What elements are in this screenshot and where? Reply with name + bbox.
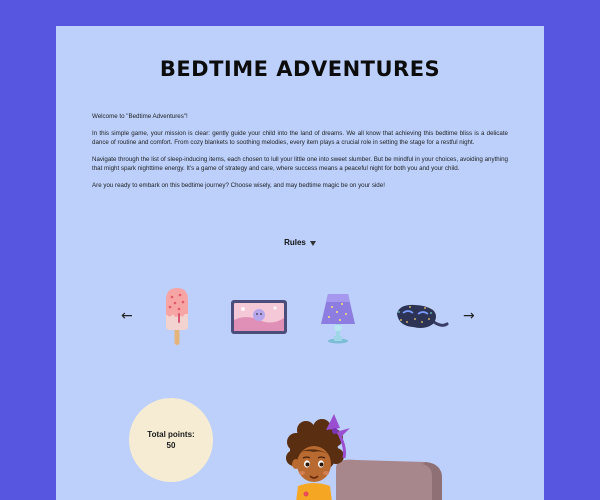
item-tablet[interactable]	[231, 300, 287, 339]
next-arrow-button[interactable]: →	[463, 309, 475, 323]
child-character	[276, 406, 544, 500]
sleep-mask-icon	[397, 304, 449, 328]
item-sleep-mask[interactable]	[395, 302, 449, 337]
page-title: BEDTIME ADVENTURES	[159, 57, 441, 81]
intro-paragraph: In this simple game, your mission is cle…	[92, 130, 508, 146]
score-value: 50	[166, 441, 176, 450]
prev-arrow-button[interactable]: ←	[121, 309, 133, 323]
child-illustration	[286, 414, 442, 500]
rules-toggle[interactable]: Rules	[56, 238, 544, 247]
tablet-icon	[231, 300, 287, 334]
rules-label: Rules	[284, 238, 306, 247]
item-popsicle[interactable]	[162, 288, 192, 353]
intro-text: Welcome to "Bedtime Adventures"! In this…	[92, 112, 508, 198]
score-label: Total points:	[147, 430, 195, 439]
popsicle-icon	[166, 288, 188, 345]
score-badge: Total points: 50	[129, 398, 213, 482]
triangle-down-icon	[309, 240, 316, 246]
intro-paragraph: Are you ready to embark on this bedtime …	[92, 182, 385, 189]
intro-paragraph: Navigate through the list of sleep-induc…	[92, 156, 508, 172]
item-lamp[interactable]	[320, 292, 356, 349]
game-panel: BEDTIME ADVENTURES Welcome to "Bedtime A…	[56, 26, 544, 500]
lamp-icon	[321, 294, 355, 344]
intro-paragraph: Welcome to "Bedtime Adventures"!	[92, 113, 188, 120]
